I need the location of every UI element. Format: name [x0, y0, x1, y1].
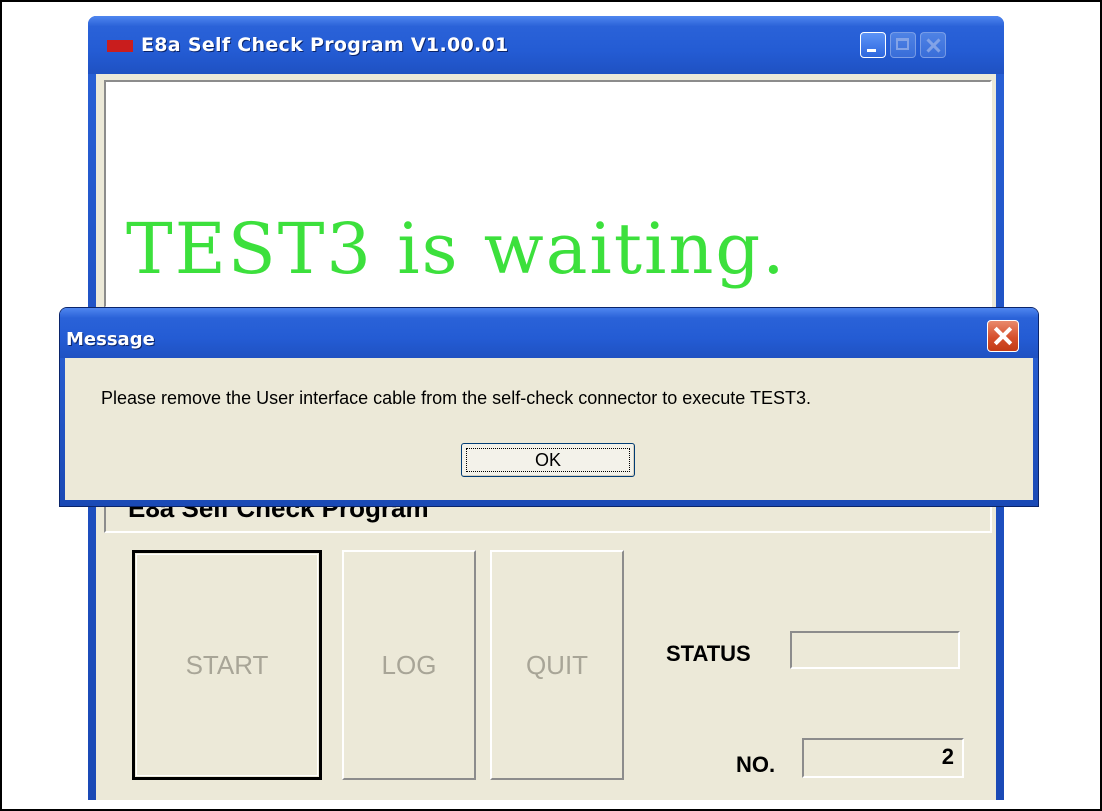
test-display-panel: TEST3 is waiting. — [104, 80, 992, 308]
main-titlebar[interactable]: E8a Self Check Program V1.00.01 — [88, 16, 1004, 74]
window-title: E8a Self Check Program V1.00.01 — [141, 34, 509, 56]
dialog-message: Please remove the User interface cable f… — [101, 388, 812, 408]
status-field — [790, 631, 960, 669]
dialog-titlebar[interactable]: Message — [60, 308, 1038, 358]
number-field: 2 — [802, 738, 964, 778]
app-logo-icon — [107, 40, 133, 52]
status-label: STATUS — [666, 641, 751, 666]
message-dialog: Message Please remove the User interface… — [60, 308, 1038, 506]
quit-button[interactable]: QUIT — [490, 550, 624, 780]
maximize-button — [890, 32, 916, 58]
dialog-close-icon[interactable] — [987, 320, 1019, 352]
number-label: NO. — [736, 752, 776, 777]
dialog-title: Message — [66, 329, 155, 350]
close-button — [920, 32, 946, 58]
ok-button[interactable]: OK — [461, 443, 635, 477]
start-button[interactable]: START — [132, 550, 322, 780]
dialog-body: Please remove the User interface cable f… — [65, 358, 1033, 500]
test-status-message: TEST3 is waiting. — [126, 208, 787, 290]
minimize-button[interactable] — [860, 32, 886, 58]
ok-button-label: OK — [534, 449, 561, 470]
log-button[interactable]: LOG — [342, 550, 476, 780]
